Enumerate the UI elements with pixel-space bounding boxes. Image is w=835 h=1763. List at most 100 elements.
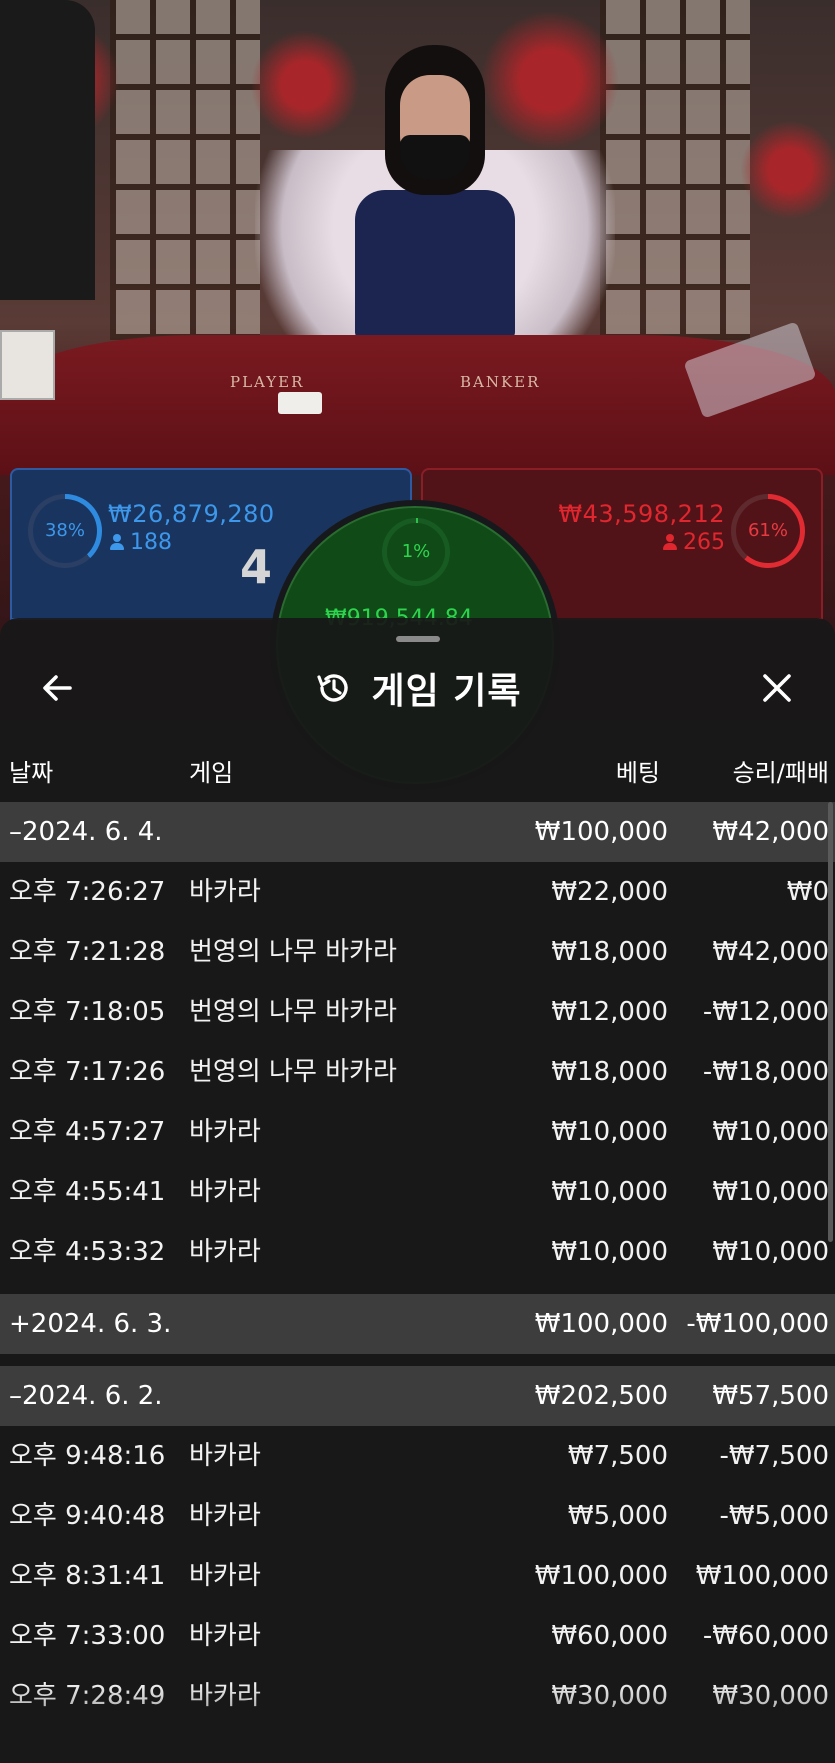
row-time: 오후 7:21:28 (9, 937, 166, 967)
group-bet-total: ₩100,000 (534, 1309, 668, 1339)
row-result: ₩30,000 (712, 1681, 829, 1711)
player-bet-amount: ₩26,879,280 (108, 500, 275, 528)
banker-percent-ring: 61% (731, 494, 805, 568)
column-header-bet: 베팅 (615, 759, 660, 787)
row-result: ₩10,000 (712, 1177, 829, 1207)
close-button[interactable] (755, 666, 799, 710)
column-header-date: 날짜 (9, 759, 54, 787)
back-button[interactable] (36, 666, 80, 710)
row-result: ₩42,000 (712, 937, 829, 967)
date-group-toggle[interactable]: –2024. 6. 2. ₩202,500 ₩57,500 (0, 1366, 835, 1426)
history-row[interactable]: 오후 9:48:16 바카라 ₩7,500 -₩7,500 (0, 1426, 835, 1486)
row-result: ₩0 (786, 877, 829, 907)
history-row[interactable]: 오후 4:53:32 바카라 ₩10,000 ₩10,000 (0, 1222, 835, 1282)
row-result: ₩100,000 (695, 1561, 829, 1591)
lattice-screen (110, 0, 260, 340)
sheet-header: 게임 기록 (0, 648, 835, 728)
banker-count: 265 (663, 530, 725, 555)
arrow-left-icon (43, 675, 72, 701)
banker-count-value: 265 (683, 530, 725, 555)
group-date: –2024. 6. 2. (9, 1381, 163, 1411)
history-row[interactable]: 오후 7:28:49 바카라 ₩30,000 ₩30,000 (0, 1666, 835, 1726)
history-row[interactable]: 오후 4:55:41 바카라 ₩10,000 ₩10,000 (0, 1162, 835, 1222)
history-icon (317, 674, 349, 702)
row-bet: ₩10,000 (551, 1117, 668, 1147)
row-result: -₩12,000 (702, 997, 829, 1027)
history-row[interactable]: 오후 9:40:48 바카라 ₩5,000 -₩5,000 (0, 1486, 835, 1546)
row-game: 번영의 나무 바카라 (189, 1057, 397, 1087)
row-game: 바카라 (189, 1441, 261, 1471)
player-count: 188 (110, 530, 172, 555)
group-result-total: ₩57,500 (712, 1381, 829, 1411)
game-history-sheet: 게임 기록 날짜 게임 베팅 승리/패배 –2024. 6. 4. ₩100,0… (0, 618, 835, 1763)
history-row[interactable]: 오후 7:26:27 바카라 ₩22,000 ₩0 (0, 862, 835, 922)
row-time: 오후 4:53:32 (9, 1237, 166, 1267)
player-score: 4 (240, 540, 273, 594)
date-group-toggle[interactable]: +2024. 6. 3. ₩100,000 -₩100,000 (0, 1294, 835, 1354)
history-column-headers: 날짜 게임 베팅 승리/패배 (0, 753, 835, 793)
row-time: 오후 7:17:26 (9, 1057, 166, 1087)
row-bet: ₩18,000 (551, 1057, 668, 1087)
row-time: 오후 4:55:41 (9, 1177, 166, 1207)
table-label-banker: BANKER (460, 373, 541, 391)
player-percent-ring: 38% (28, 494, 102, 568)
history-scrollbar[interactable] (828, 802, 833, 1242)
row-bet: ₩18,000 (551, 937, 668, 967)
row-result: ₩10,000 (712, 1237, 829, 1267)
row-time: 오후 9:40:48 (9, 1501, 166, 1531)
history-row[interactable]: 오후 4:57:27 바카라 ₩10,000 ₩10,000 (0, 1102, 835, 1162)
row-time: 오후 7:18:05 (9, 997, 166, 1027)
history-row[interactable]: 오후 8:31:41 바카라 ₩100,000 ₩100,000 (0, 1546, 835, 1606)
row-game: 바카라 (189, 877, 261, 907)
row-result: -₩60,000 (702, 1621, 829, 1651)
row-result: ₩10,000 (712, 1117, 829, 1147)
history-row[interactable]: 오후 7:21:28 번영의 나무 바카라 ₩18,000 ₩42,000 (0, 922, 835, 982)
row-time: 오후 4:57:27 (9, 1117, 166, 1147)
history-row[interactable]: 오후 7:33:00 바카라 ₩60,000 -₩60,000 (0, 1606, 835, 1666)
blossom-decor (250, 30, 360, 140)
row-bet: ₩10,000 (551, 1177, 668, 1207)
row-result: -₩5,000 (719, 1501, 829, 1531)
sheet-title-group: 게임 기록 (0, 648, 835, 728)
row-bet: ₩7,500 (567, 1441, 668, 1471)
row-time: 오후 7:28:49 (9, 1681, 166, 1711)
row-time: 오후 7:33:00 (9, 1621, 166, 1651)
person-icon (663, 534, 677, 550)
row-game: 바카라 (189, 1681, 261, 1711)
row-bet: ₩22,000 (551, 877, 668, 907)
card-stack (0, 330, 55, 400)
group-date: +2024. 6. 3. (9, 1309, 172, 1339)
blossom-decor (740, 120, 835, 220)
close-icon (763, 674, 791, 702)
row-bet: ₩30,000 (551, 1681, 668, 1711)
row-game: 바카라 (189, 1621, 261, 1651)
history-list: –2024. 6. 4. ₩100,000 ₩42,000 오후 7:26:27… (0, 802, 835, 1726)
row-bet: ₩12,000 (551, 997, 668, 1027)
row-bet: ₩60,000 (551, 1621, 668, 1651)
blossom-decor (480, 10, 620, 150)
column-header-result: 승리/패배 (732, 759, 829, 787)
banker-bet-amount: ₩43,598,212 (558, 500, 725, 528)
row-game: 바카라 (189, 1237, 261, 1267)
row-game: 바카라 (189, 1561, 261, 1591)
sheet-drag-handle[interactable] (396, 636, 440, 642)
lattice-screen (600, 0, 750, 340)
banker-percent: 61% (747, 520, 788, 541)
row-game: 번영의 나무 바카라 (189, 997, 397, 1027)
row-time: 오후 8:31:41 (9, 1561, 166, 1591)
row-bet: ₩5,000 (567, 1501, 668, 1531)
group-bet-total: ₩100,000 (534, 817, 668, 847)
history-row[interactable]: 오후 7:18:05 번영의 나무 바카라 ₩12,000 -₩12,000 (0, 982, 835, 1042)
row-time: 오후 7:26:27 (9, 877, 166, 907)
history-row[interactable]: 오후 7:17:26 번영의 나무 바카라 ₩18,000 -₩18,000 (0, 1042, 835, 1102)
playing-card (278, 392, 322, 414)
row-bet: ₩10,000 (551, 1237, 668, 1267)
row-result: -₩7,500 (719, 1441, 829, 1471)
table-label-player: PLAYER (230, 373, 305, 391)
row-game: 바카라 (189, 1501, 261, 1531)
person-left (0, 0, 95, 300)
date-group-toggle[interactable]: –2024. 6. 4. ₩100,000 ₩42,000 (0, 802, 835, 862)
group-result-total: -₩100,000 (686, 1309, 829, 1339)
row-time: 오후 9:48:16 (9, 1441, 166, 1471)
player-percent: 38% (44, 520, 85, 541)
